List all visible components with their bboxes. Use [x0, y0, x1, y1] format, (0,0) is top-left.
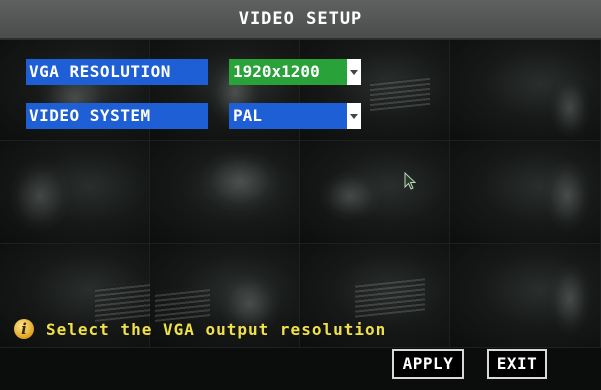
exit-button[interactable]: EXIT: [487, 349, 547, 379]
video-setup-screen: VIDEO SETUP VGA RESOLUTION 1920x1200 VID…: [0, 0, 601, 390]
help-hint: i Select the VGA output resolution: [14, 318, 386, 340]
feed-grate: [355, 275, 425, 318]
camera-feed-tile: [450, 141, 601, 244]
feed-grate: [370, 74, 430, 112]
feed-highlight: [550, 264, 590, 334]
feed-highlight: [10, 161, 70, 231]
chevron-down-icon[interactable]: [347, 59, 361, 85]
video-system-select[interactable]: PAL: [229, 103, 361, 129]
help-message: Select the VGA output resolution: [46, 319, 387, 339]
chevron-down-icon[interactable]: [347, 103, 361, 129]
info-icon: i: [14, 319, 34, 339]
camera-feed-tile: [0, 141, 150, 244]
video-system-value: PAL: [229, 103, 347, 129]
feed-highlight: [200, 151, 280, 211]
feed-highlight: [545, 161, 590, 231]
mouse-cursor-icon: [404, 172, 417, 190]
vga-resolution-label: VGA RESOLUTION: [26, 59, 208, 85]
vga-resolution-value: 1920x1200: [229, 59, 347, 85]
title-bar: VIDEO SETUP: [0, 0, 601, 40]
vga-resolution-select[interactable]: 1920x1200: [229, 59, 361, 85]
window-title: VIDEO SETUP: [238, 9, 363, 29]
camera-feed-tile: [300, 141, 450, 244]
feed-highlight: [320, 171, 380, 221]
camera-feed-tile: [450, 38, 601, 141]
apply-button[interactable]: APPLY: [392, 349, 464, 379]
feed-highlight: [550, 78, 590, 138]
feed-grate: [95, 281, 150, 322]
feed-grate: [155, 286, 210, 322]
camera-feed-tile: [150, 141, 300, 244]
video-system-label: VIDEO SYSTEM: [26, 103, 208, 129]
camera-feed-tile: [450, 244, 601, 348]
